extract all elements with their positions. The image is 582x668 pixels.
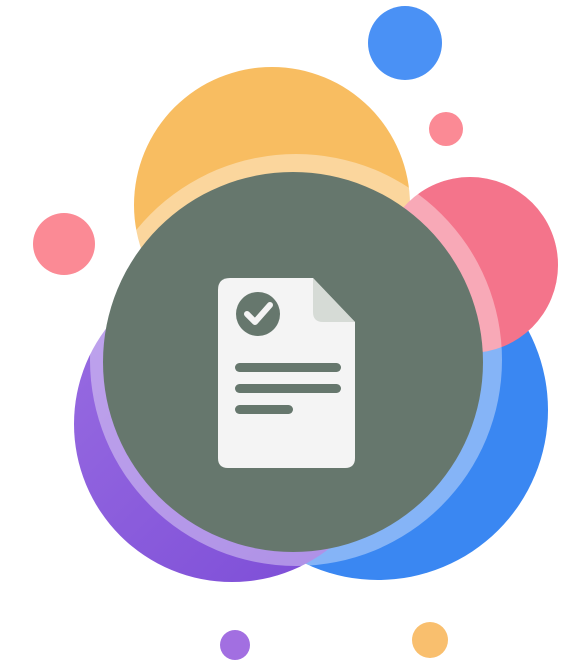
- document-check-icon: [218, 278, 355, 468]
- pink-dot-left: [33, 213, 95, 275]
- pink-dot-small: [429, 112, 463, 146]
- blue-dot: [368, 6, 442, 80]
- purple-dot: [220, 630, 250, 660]
- orange-dot: [412, 622, 448, 658]
- document-verified-illustration: [33, 6, 558, 660]
